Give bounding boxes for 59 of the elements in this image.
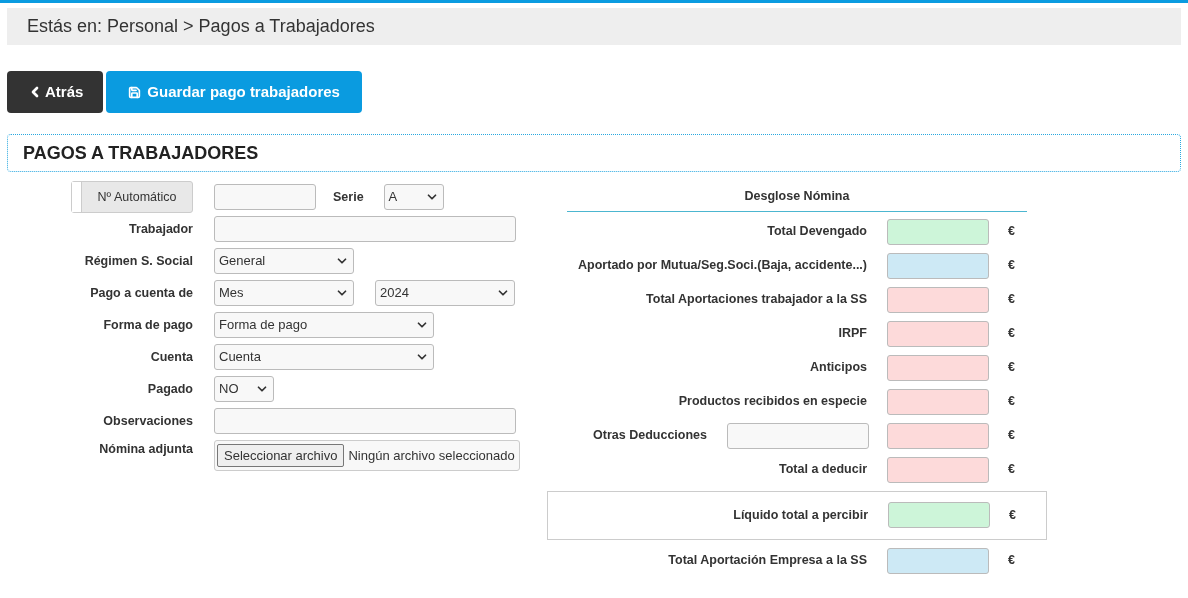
select-field[interactable]: Cuenta [214,344,434,370]
field-label: Pago a cuenta de [90,284,193,302]
amount-field[interactable] [887,354,989,381]
field-label: Cuenta [150,348,193,366]
select-field[interactable]: NO [214,376,274,402]
row-label: Aportado por Mutua/Seg.Soci.(Baja, accidente...) [578,257,867,275]
select-field[interactable]: Forma de pago [214,312,434,338]
euro-unit: € [1008,257,1015,275]
row-label: Total a deducir [779,461,867,479]
row-label: Total Aportación Empresa a la SS [668,552,867,570]
euro-unit: € [1009,506,1016,524]
auto-number-toggle[interactable]: Nº Automático [71,181,193,213]
euro-unit: € [1008,223,1015,241]
field-label: Forma de pago [103,316,193,334]
euro-unit: € [1008,291,1015,309]
file-status: Ningún archivo seleccionado [348,446,515,465]
row-label: Anticipos [810,359,867,377]
breadcrumb: Estás en: Personal > Pagos a Trabajadores [27,15,375,38]
select-field[interactable]: A [383,184,444,210]
back-button[interactable]: Atrás [7,71,104,113]
amount-field[interactable] [887,547,989,574]
row-label: Total Devengado [767,223,867,241]
amount-field[interactable] [888,502,990,529]
euro-unit: € [1008,552,1015,570]
save-icon [128,85,142,99]
amount-field[interactable] [887,252,989,279]
file-field[interactable]: Seleccionar archivo Ningún archivo seleccionado [214,440,520,471]
field-label: Régimen S. Social [84,252,193,270]
number-field[interactable] [214,184,316,210]
euro-unit: € [1008,359,1015,377]
text-field[interactable] [214,216,516,242]
row-label: Productos recibidos en especie [678,393,867,411]
desglose-title: Desglose Nómina [744,188,850,205]
amount-field[interactable] [887,456,989,483]
field-label: Observaciones [103,412,193,430]
amount-field[interactable] [887,388,989,415]
euro-unit: € [1008,393,1015,411]
choose-file-button[interactable]: Seleccionar archivo [217,443,345,468]
select-field[interactable]: 2024 [375,280,515,306]
amount-field[interactable] [887,218,989,245]
row-label: Total Aportaciones trabajador a la SS [646,291,867,309]
euro-unit: € [1008,461,1015,479]
amount-field[interactable] [887,320,989,347]
select-field[interactable]: Mes [214,280,354,306]
field-label: Trabajador [129,220,193,238]
euro-unit: € [1008,427,1015,445]
text-field[interactable] [727,422,869,449]
row-label: IRPF [838,325,867,343]
row-label: Líquido total a percibir [733,506,868,524]
field-label: Serie [333,188,364,206]
amount-field[interactable] [887,286,989,313]
row-label: Otras Deducciones [593,427,707,445]
amount-field[interactable] [887,422,989,449]
text-field[interactable] [214,408,516,434]
select-field[interactable]: General [214,248,354,274]
section-title: PAGOS A TRABAJADORES [23,141,259,165]
field-label: Pagado [147,380,193,398]
euro-unit: € [1008,325,1015,343]
field-label: Nómina adjunta [99,441,193,458]
